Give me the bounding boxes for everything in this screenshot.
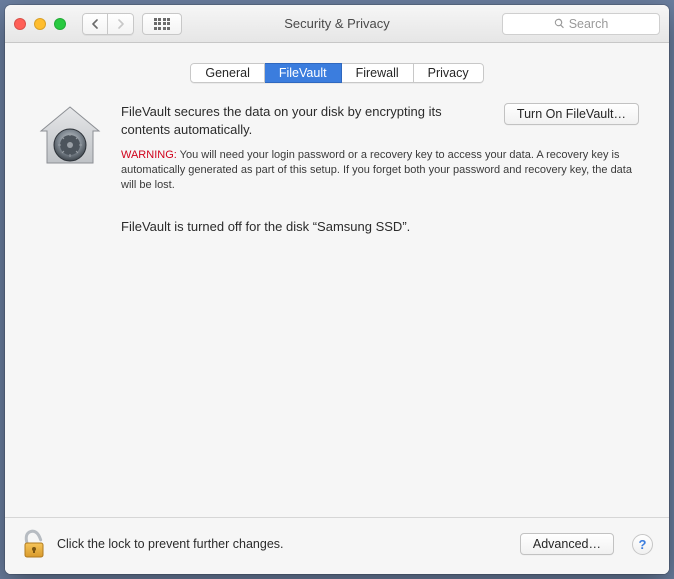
- zoom-window-button[interactable]: [54, 18, 66, 30]
- titlebar: Security & Privacy Search: [5, 5, 669, 43]
- search-input[interactable]: Search: [502, 13, 660, 35]
- tab-bar: General FileVault Firewall Privacy: [190, 63, 483, 83]
- search-placeholder: Search: [569, 17, 609, 31]
- tab-filevault[interactable]: FileVault: [265, 63, 342, 83]
- turn-on-filevault-button[interactable]: Turn On FileVault…: [504, 103, 639, 125]
- warning-label: WARNING:: [121, 149, 177, 161]
- advanced-button[interactable]: Advanced…: [520, 533, 614, 555]
- nav-back-forward: [82, 13, 134, 35]
- help-button[interactable]: ?: [632, 534, 653, 555]
- question-mark-icon: ?: [639, 537, 647, 552]
- show-all-button[interactable]: [142, 13, 182, 35]
- warning-text: You will need your login password or a r…: [121, 149, 632, 191]
- window-controls: [14, 18, 66, 30]
- filevault-description: FileVault secures the data on your disk …: [121, 103, 488, 138]
- minimize-window-button[interactable]: [34, 18, 46, 30]
- tab-general[interactable]: General: [190, 63, 264, 83]
- tab-privacy[interactable]: Privacy: [414, 63, 484, 83]
- chevron-right-icon: [117, 19, 125, 29]
- grid-icon: [154, 18, 171, 30]
- filevault-body: FileVault secures the data on your disk …: [121, 103, 639, 517]
- content-area: General FileVault Firewall Privacy: [5, 43, 669, 574]
- filevault-icon: [35, 103, 105, 173]
- lock-hint-text: Click the lock to prevent further change…: [57, 537, 510, 551]
- forward-button[interactable]: [108, 13, 134, 35]
- filevault-status: FileVault is turned off for the disk “Sa…: [121, 219, 639, 234]
- search-icon: [554, 18, 565, 29]
- back-button[interactable]: [82, 13, 108, 35]
- lock-icon[interactable]: [21, 528, 47, 560]
- footer: Click the lock to prevent further change…: [5, 517, 669, 574]
- filevault-warning: WARNING: You will need your login passwo…: [121, 148, 639, 193]
- tab-firewall[interactable]: Firewall: [342, 63, 414, 83]
- filevault-pane: FileVault secures the data on your disk …: [5, 83, 669, 517]
- chevron-left-icon: [91, 19, 99, 29]
- close-window-button[interactable]: [14, 18, 26, 30]
- preferences-window: Security & Privacy Search General FileVa…: [5, 5, 669, 574]
